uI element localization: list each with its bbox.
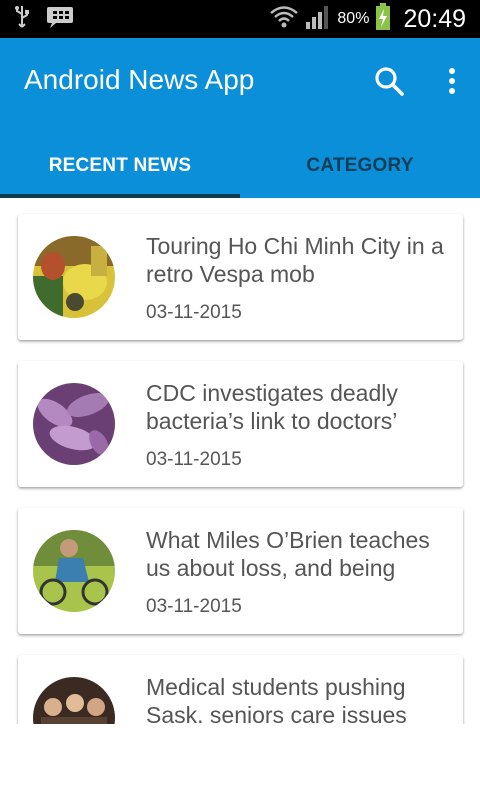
news-title: Medical students pushing Sask. seniors c… xyxy=(146,674,407,724)
app-bar: Android News App RECENT NEWS CATEGORY xyxy=(0,38,480,198)
search-button[interactable] xyxy=(372,64,408,100)
news-thumbnail xyxy=(33,530,115,612)
usb-icon xyxy=(14,5,30,34)
tab-bar: RECENT NEWS CATEGORY xyxy=(0,134,480,198)
battery-charging-icon xyxy=(375,2,391,36)
clock: 20:49 xyxy=(403,4,466,33)
news-card[interactable]: Medical students pushing Sask. seniors c… xyxy=(18,655,463,724)
tab-recent-news[interactable]: RECENT NEWS xyxy=(0,134,240,198)
more-vert-icon xyxy=(436,68,468,104)
status-bar: 80% 20:49 xyxy=(0,0,480,38)
news-card[interactable]: CDC investigates deadly bacteria’s link … xyxy=(18,361,463,487)
news-date: 03-11-2015 xyxy=(146,302,242,323)
bottom-blank-area xyxy=(0,724,480,800)
news-list[interactable]: Touring Ho Chi Minh City in a retro Vesp… xyxy=(0,198,480,724)
news-thumbnail xyxy=(33,236,115,318)
messenger-icon xyxy=(46,5,74,34)
news-title: What Miles O’Brien teaches us about loss… xyxy=(146,527,430,581)
search-icon xyxy=(372,67,408,104)
news-thumbnail xyxy=(33,677,115,724)
tab-recent-news-label: RECENT NEWS xyxy=(48,155,192,176)
news-thumbnail xyxy=(33,383,115,465)
news-card[interactable]: Touring Ho Chi Minh City in a retro Vesp… xyxy=(18,214,463,340)
battery-percent: 80% xyxy=(337,10,370,27)
overflow-menu-button[interactable] xyxy=(436,64,468,100)
app-title: Android News App xyxy=(24,64,255,95)
news-card[interactable]: What Miles O’Brien teaches us about loss… xyxy=(18,508,463,634)
news-date: 03-11-2015 xyxy=(146,596,242,617)
tab-category[interactable]: CATEGORY xyxy=(240,134,480,198)
signal-icon xyxy=(305,4,331,35)
news-date: 03-11-2015 xyxy=(146,449,242,470)
news-title: Touring Ho Chi Minh City in a retro Vesp… xyxy=(146,233,444,287)
news-title: CDC investigates deadly bacteria’s link … xyxy=(146,380,398,434)
wifi-icon xyxy=(269,4,299,35)
tab-category-label: CATEGORY xyxy=(306,155,414,176)
